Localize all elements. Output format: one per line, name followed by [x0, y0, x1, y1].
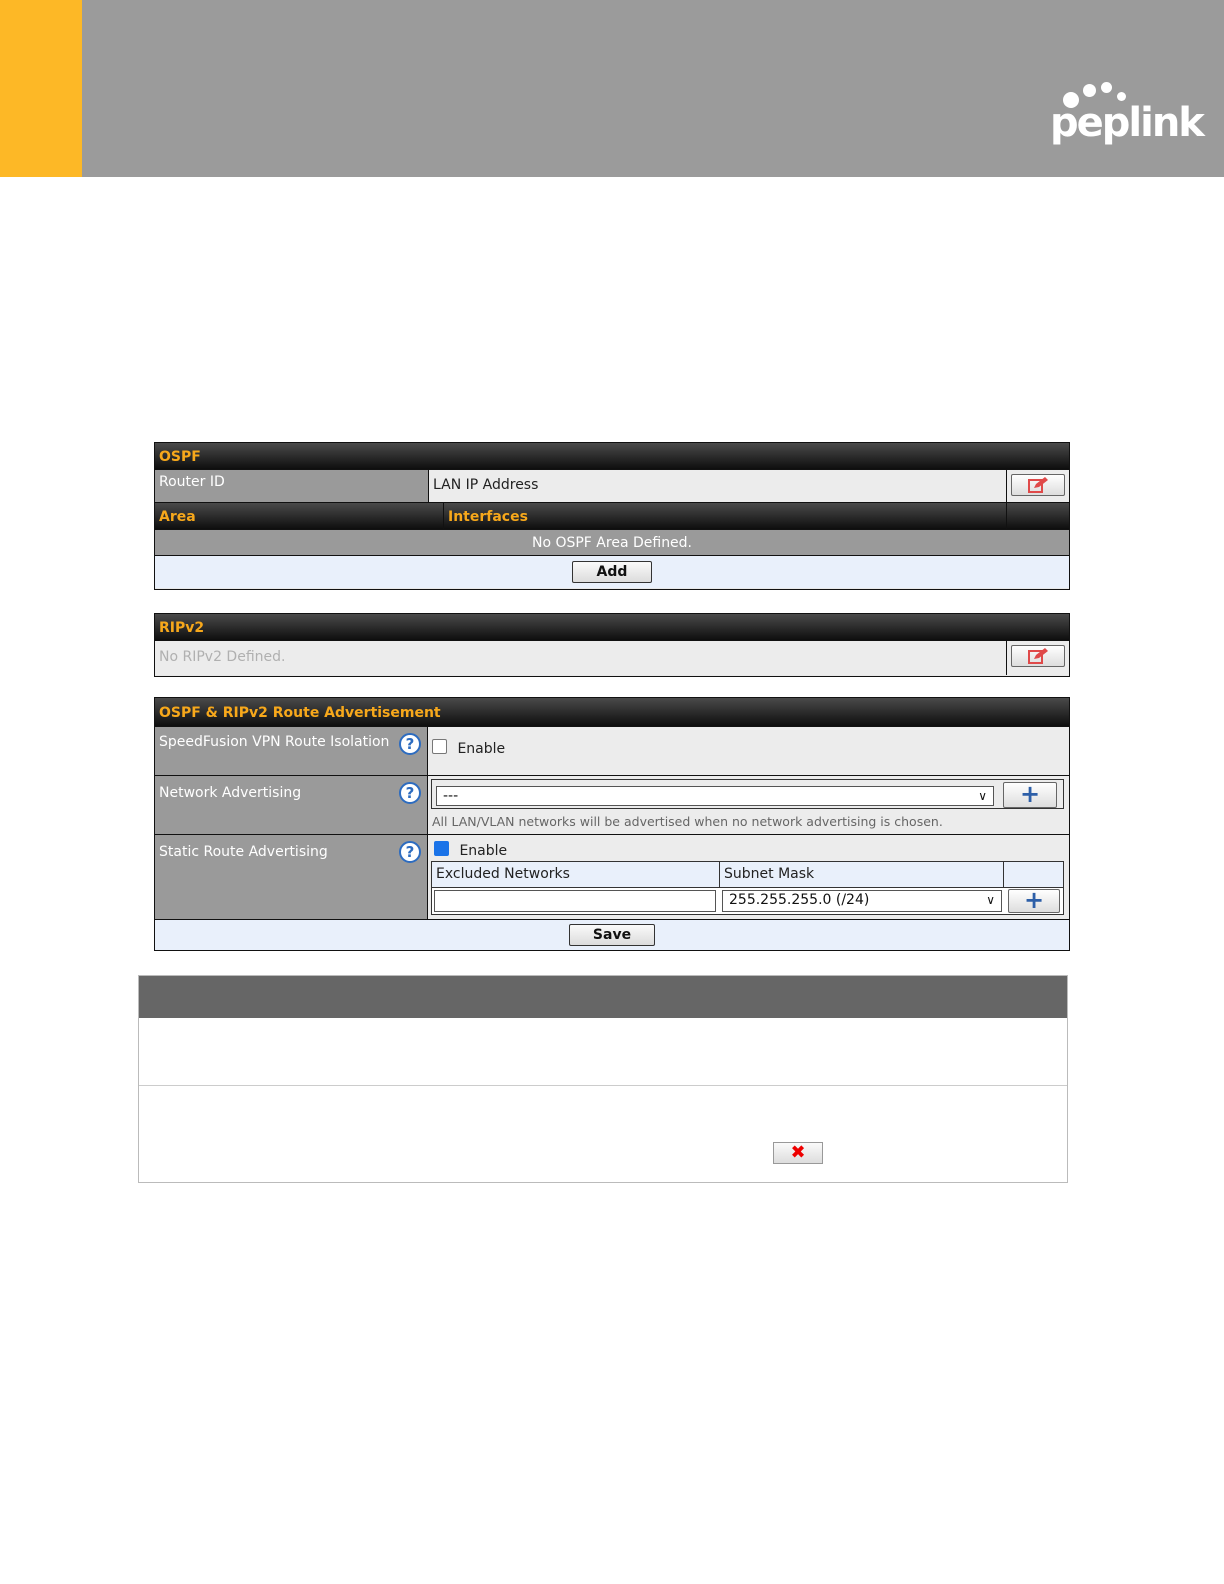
network-advertising-note: All LAN/VLAN networks will be advertised…	[432, 814, 943, 829]
excluded-networks-header: Excluded Networks	[432, 862, 720, 888]
chevron-down-icon: ∨	[978, 789, 987, 803]
interfaces-column-header: Interfaces	[443, 503, 1006, 529]
delete-icon: ✖	[790, 1142, 806, 1163]
ripv2-edit-button[interactable]	[1011, 645, 1065, 667]
network-advertising-select[interactable]: --- ∨	[436, 786, 994, 806]
help-icon[interactable]: ?	[399, 782, 421, 804]
area-column-header: Area	[159, 509, 196, 525]
lower-table: ✖	[138, 975, 1068, 1183]
chevron-down-icon: ∨	[986, 893, 995, 907]
vpn-isolation-checkbox[interactable]	[432, 738, 447, 754]
static-route-label: Static Route Advertising	[159, 844, 328, 860]
vpn-isolation-enable-label: Enable	[457, 741, 506, 757]
help-icon[interactable]: ?	[399, 733, 421, 755]
vpn-isolation-label: SpeedFusion VPN Route Isolation	[159, 734, 390, 750]
advert-title: OSPF & RIPv2 Route Advertisement	[155, 698, 1069, 726]
lower-table-divider	[139, 1085, 1067, 1086]
ospf-add-button[interactable]: Add	[572, 561, 652, 583]
subnet-mask-select[interactable]: 255.255.255.0 (/24) ∨	[722, 890, 1002, 912]
peplink-logo: peplink	[1050, 82, 1205, 154]
static-route-enable-label: Enable	[459, 843, 508, 859]
help-icon[interactable]: ?	[399, 841, 421, 863]
network-advertising-label: Network Advertising	[159, 785, 302, 801]
excluded-network-add-button[interactable]: +	[1008, 886, 1060, 914]
edit-icon	[1028, 648, 1048, 664]
ospf-edit-button[interactable]	[1011, 474, 1065, 496]
ospf-title: OSPF	[155, 443, 1069, 469]
ripv2-empty-message: No RIPv2 Defined.	[155, 641, 1006, 675]
router-id-label: Router ID	[155, 470, 428, 502]
subnet-mask-header: Subnet Mask	[720, 862, 1004, 888]
ospf-empty-message: No OSPF Area Defined.	[531, 534, 693, 551]
network-advertising-add-button[interactable]: +	[1003, 782, 1057, 808]
subnet-mask-selected: 255.255.255.0 (/24)	[729, 892, 870, 908]
save-button[interactable]: Save	[569, 924, 655, 946]
plus-icon: +	[1019, 780, 1041, 808]
logo-text: peplink	[1050, 100, 1205, 146]
ripv2-panel: RIPv2 No RIPv2 Defined.	[154, 613, 1070, 677]
static-route-checkbox[interactable]	[434, 840, 449, 856]
edit-icon	[1028, 477, 1048, 493]
network-advertising-selected: ---	[443, 788, 459, 804]
ripv2-title: RIPv2	[155, 614, 1069, 640]
plus-icon: +	[1023, 886, 1045, 914]
excluded-networks-table: Excluded Networks Subnet Mask 255.255.25…	[431, 861, 1064, 915]
delete-button[interactable]: ✖	[773, 1142, 823, 1164]
route-advertisement-panel: OSPF & RIPv2 Route Advertisement SpeedFu…	[154, 697, 1070, 951]
ospf-panel: OSPF Router ID LAN IP Address Area Inter…	[154, 442, 1070, 590]
page-header	[0, 0, 1224, 177]
excluded-network-input[interactable]	[434, 890, 716, 912]
router-id-value: LAN IP Address	[433, 477, 539, 493]
accent-block	[0, 0, 82, 177]
lower-table-header	[139, 976, 1067, 1018]
